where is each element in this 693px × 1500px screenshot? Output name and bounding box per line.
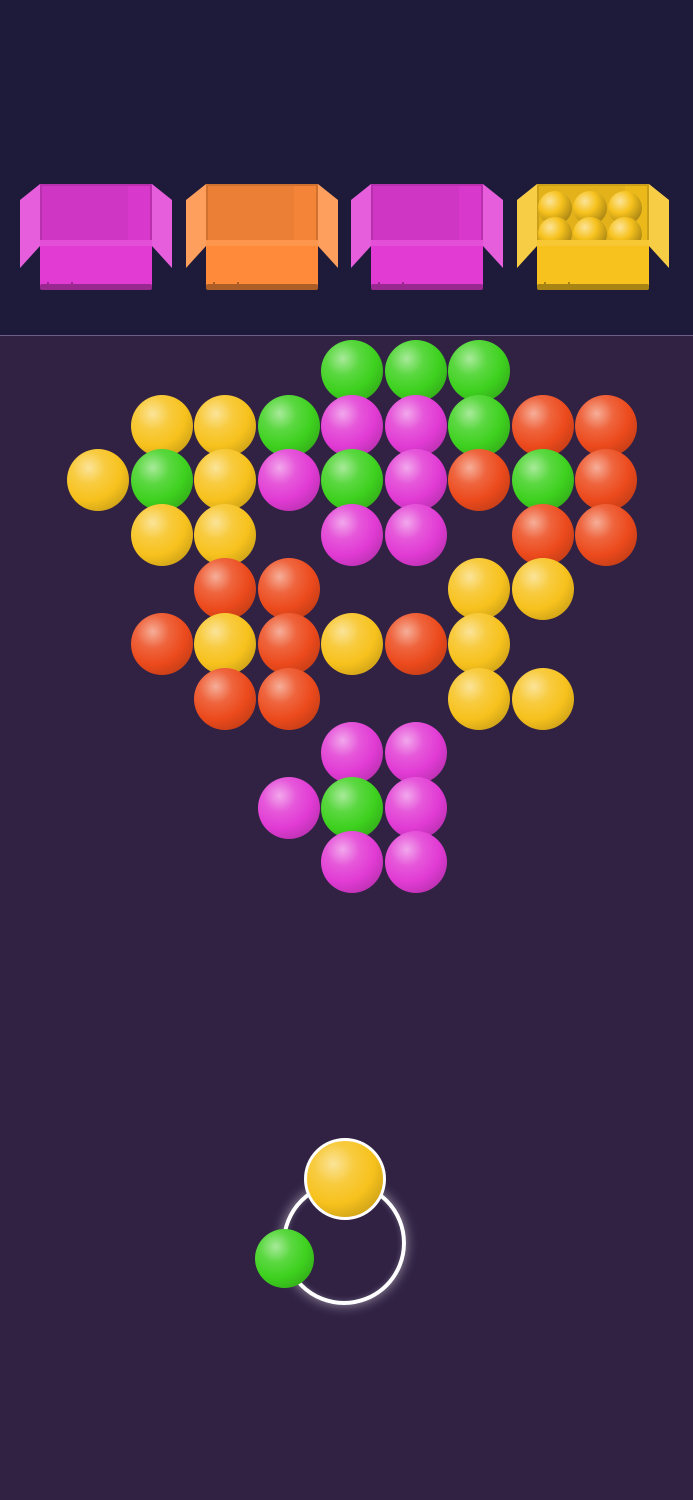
collection-box-1 — [20, 180, 172, 296]
magenta-bubble — [384, 449, 447, 512]
green-bubble — [257, 394, 320, 457]
orange-bubble — [575, 449, 638, 512]
yellow-bubble — [194, 394, 257, 457]
yellow-bubble — [448, 613, 511, 675]
magenta-bubble — [384, 503, 447, 566]
magenta-bubble — [384, 722, 447, 785]
next-ball[interactable] — [255, 1229, 314, 1288]
yellow-bubble — [511, 667, 574, 730]
yellow-bubble — [448, 667, 511, 730]
magenta-bubble — [257, 776, 320, 839]
yellow-bubble — [448, 558, 511, 621]
magenta-bubble — [321, 503, 384, 566]
orange-bubble — [384, 613, 447, 675]
orange-bubble — [511, 503, 574, 566]
collection-box-2 — [186, 180, 338, 296]
green-bubble — [321, 776, 384, 839]
collection-box-4 — [517, 180, 669, 296]
yellow-bubble — [130, 394, 193, 457]
magenta-bubble — [321, 831, 384, 894]
orange-bubble — [194, 667, 257, 730]
yellow-bubble — [194, 503, 257, 566]
orange-bubble — [130, 613, 193, 675]
yellow-bubble — [511, 558, 574, 621]
orange-bubble — [257, 667, 320, 730]
yellow-bubble — [321, 613, 384, 675]
orange-bubble — [257, 613, 320, 675]
green-bubble — [130, 449, 193, 512]
magenta-bubble — [321, 394, 384, 457]
current-ball[interactable] — [304, 1138, 386, 1220]
magenta-bubble — [384, 831, 447, 894]
green-bubble — [321, 449, 384, 512]
magenta-bubble — [384, 776, 447, 839]
orange-bubble — [257, 558, 320, 621]
yellow-bubble — [67, 449, 130, 512]
green-bubble — [448, 394, 511, 457]
collection-box-3 — [351, 180, 503, 296]
magenta-bubble — [257, 449, 320, 512]
yellow-bubble — [130, 503, 193, 566]
magenta-bubble — [384, 394, 447, 457]
yellow-bubble — [194, 613, 257, 675]
green-bubble — [511, 449, 574, 512]
yellow-bubble — [194, 449, 257, 512]
orange-bubble — [194, 558, 257, 621]
orange-bubble — [575, 394, 638, 457]
green-bubble — [321, 340, 384, 402]
green-bubble — [448, 340, 511, 402]
magenta-bubble — [321, 722, 384, 785]
box-tray — [0, 0, 693, 335]
green-bubble — [384, 340, 447, 402]
orange-bubble — [575, 503, 638, 566]
divider-line — [0, 335, 693, 336]
orange-bubble — [448, 449, 511, 512]
orange-bubble — [511, 394, 574, 457]
